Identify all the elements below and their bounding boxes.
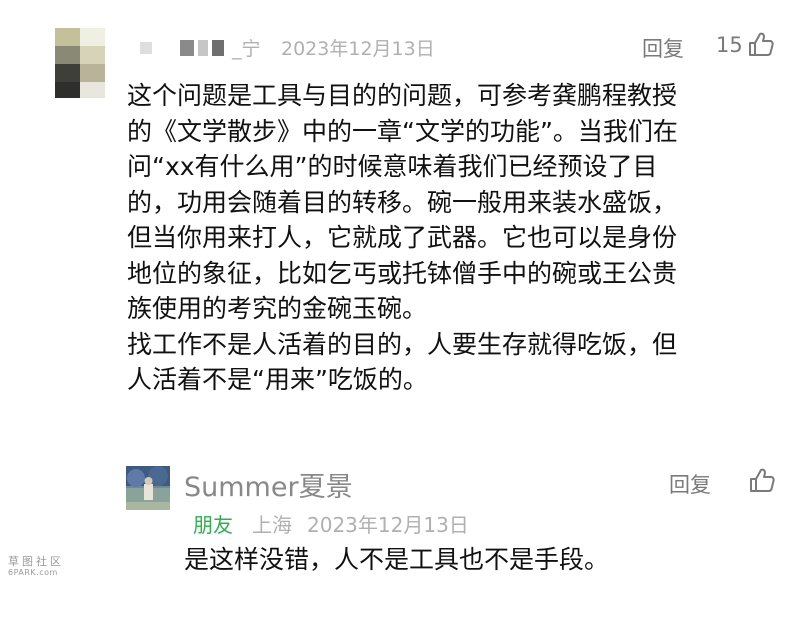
username-redaction bbox=[198, 40, 208, 56]
content-line: 的《文学散步》中的一章“文学的功能”。当我们在 bbox=[127, 116, 678, 146]
username-redaction bbox=[212, 40, 224, 56]
content-line: 找工作不是人活着的目的，人要生存就得吃饭，但 bbox=[127, 329, 678, 359]
content-line: 但当你用来打人，它就成了武器。它也可以是身份 bbox=[127, 223, 678, 252]
content-line: 问“xx有什么用”的时候意味着我们已经预设了目 bbox=[127, 152, 658, 181]
avatar[interactable] bbox=[55, 28, 105, 98]
reply-location: 上海 bbox=[252, 513, 292, 537]
content-line: 族使用的考究的金碗玉碗。 bbox=[127, 294, 428, 323]
comment-date: 2023年12月13日 bbox=[281, 38, 435, 60]
content-line: 人活着不是“用来”吃饭的。 bbox=[127, 365, 428, 394]
reply-avatar[interactable] bbox=[126, 466, 170, 510]
reply-date: 2023年12月13日 bbox=[307, 513, 469, 537]
thumbs-up-icon[interactable] bbox=[747, 30, 775, 62]
reply-username[interactable]: Summer夏景 bbox=[184, 465, 353, 504]
username-redaction bbox=[140, 42, 152, 54]
thumbs-up-icon[interactable] bbox=[748, 466, 776, 498]
watermark-line: 6PARK.com bbox=[8, 568, 58, 577]
reply-button[interactable]: 回复 bbox=[669, 469, 711, 499]
content-line: 这个问题是工具与目的的问题，可参考龚鹏程教授 bbox=[127, 81, 678, 110]
friend-badge: 朋友 bbox=[193, 513, 233, 537]
like-count: 15 bbox=[716, 33, 743, 57]
watermark-line: 草图社区 bbox=[8, 555, 64, 568]
content-line: 的，功用会随着目的转移。碗一般用来装水盛饭， bbox=[127, 187, 678, 217]
username-redaction bbox=[180, 40, 194, 56]
reply-content: 是这样没错，人不是工具也不是手段。 bbox=[184, 545, 610, 574]
content-line: 地位的象征，比如乞丐或托钵僧手中的碗或王公贵 bbox=[127, 258, 678, 288]
username[interactable]: _宁 bbox=[232, 34, 261, 61]
reply-button[interactable]: 回复 bbox=[642, 33, 684, 63]
